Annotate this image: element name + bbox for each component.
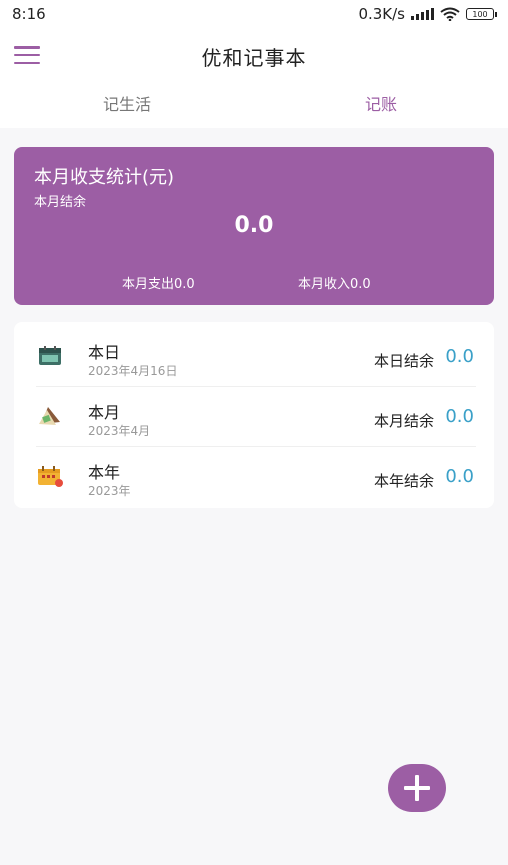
summary-income: 本月收入0.0	[298, 277, 371, 292]
summary-balance-value: 0.0	[234, 213, 274, 238]
row-balance-value: 0.0	[445, 406, 474, 427]
status-indicators: 0.3K/s 100	[358, 5, 497, 23]
calendar-year-icon	[38, 466, 63, 487]
row-balance-label: 本日结余	[373, 352, 434, 370]
summary-title: 本月收支统计(元)	[34, 167, 175, 188]
row-date: 2023年4月	[88, 424, 151, 438]
signal-icon	[411, 8, 434, 20]
tab-accounting[interactable]: 记账	[254, 82, 508, 128]
row-balance-value: 0.0	[445, 466, 474, 487]
add-record-button[interactable]	[388, 764, 446, 812]
row-balance-label: 本年结余	[373, 472, 434, 490]
list-item-month[interactable]: 本月 2023年4月 本月结余 0.0	[14, 386, 494, 446]
balance-list: 本日 2023年4月16日 本日结余 0.0 本月 2023年4月 本月结余 0…	[14, 322, 494, 508]
battery-icon: 100	[466, 8, 497, 20]
calendar-month-icon	[39, 407, 60, 425]
row-date: 2023年	[88, 484, 131, 498]
list-item-year[interactable]: 本年 2023年 本年结余 0.0	[14, 446, 494, 506]
monthly-summary-card: 本月收支统计(元) 本月结余 0.0 本月支出0.0 本月收入0.0	[14, 147, 494, 305]
app-bar: 优和记事本	[0, 28, 508, 82]
calendar-day-icon	[39, 346, 61, 365]
row-title: 本年	[88, 463, 121, 482]
tab-life[interactable]: 记生活	[0, 82, 254, 128]
row-date: 2023年4月16日	[88, 364, 178, 378]
status-bar: 8:16 0.3K/s 100	[0, 0, 508, 28]
status-time: 8:16	[12, 5, 46, 23]
wifi-icon	[440, 7, 460, 21]
network-speed: 0.3K/s	[358, 5, 405, 23]
row-title: 本月	[88, 403, 121, 422]
page-title: 优和记事本	[201, 46, 307, 70]
summary-balance-label: 本月结余	[34, 195, 87, 210]
summary-expense: 本月支出0.0	[122, 277, 195, 292]
list-item-day[interactable]: 本日 2023年4月16日 本日结余 0.0	[14, 326, 494, 386]
row-balance-value: 0.0	[445, 346, 474, 367]
row-balance-label: 本月结余	[373, 412, 434, 430]
tab-bar: 记生活 记账	[0, 82, 508, 128]
plus-icon	[404, 775, 430, 801]
row-title: 本日	[88, 343, 121, 362]
